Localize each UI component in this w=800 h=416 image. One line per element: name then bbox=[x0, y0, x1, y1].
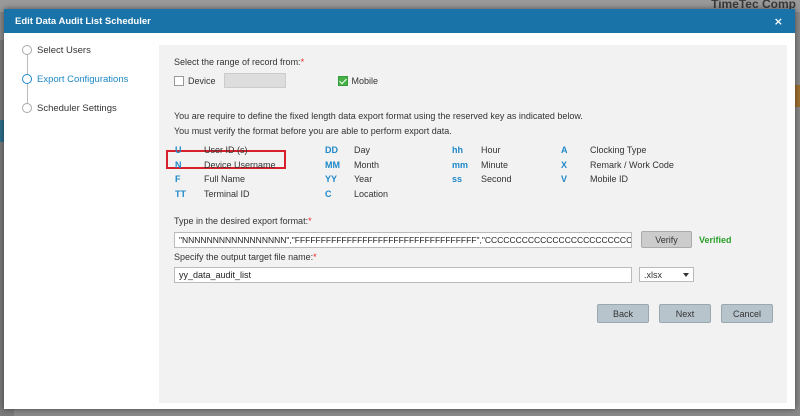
key-item: YY Year bbox=[325, 174, 452, 184]
device-checkbox[interactable] bbox=[174, 75, 184, 86]
reserved-keys-table: U User ID (s) DD Day hh Hour A Clocking Type… bbox=[175, 143, 775, 201]
device-label: Device bbox=[188, 75, 216, 86]
required-mark: * bbox=[313, 252, 317, 262]
format-label: Type in the desired export format:* bbox=[174, 216, 312, 226]
export-format-input[interactable]: "NNNNNNNNNNNNNNNNN","FFFFFFFFFFFFFFFFFFF… bbox=[174, 232, 632, 248]
key-meaning: Clocking Type bbox=[590, 145, 647, 156]
key-item: mm Minute bbox=[452, 160, 561, 170]
instruction-line-2: You must verify the format before you ar… bbox=[174, 126, 452, 136]
key-item: ss Second bbox=[452, 174, 561, 184]
extension-value: .xlsx bbox=[644, 269, 662, 280]
key-item: TT Terminal ID bbox=[175, 189, 325, 199]
edit-scheduler-modal: Edit Data Audit List Scheduler × Select … bbox=[4, 9, 795, 409]
step-label: Export Configurations bbox=[37, 73, 129, 85]
key-item: hh Hour bbox=[452, 145, 561, 155]
key-item: C Location bbox=[325, 189, 452, 199]
key-row: F Full Name YY Year ss Second V Mobile ID bbox=[175, 172, 775, 187]
range-options: Device Mobile bbox=[174, 73, 378, 88]
key-meaning: User ID (s) bbox=[204, 145, 248, 156]
key-code: MM bbox=[325, 159, 340, 170]
key-meaning: Device Username bbox=[204, 159, 276, 170]
key-code: C bbox=[325, 188, 332, 199]
modal-title: Edit Data Audit List Scheduler bbox=[15, 15, 151, 27]
required-mark: * bbox=[308, 216, 312, 226]
extension-select[interactable]: .xlsx bbox=[639, 267, 694, 282]
key-meaning: Remark / Work Code bbox=[590, 159, 674, 170]
key-item: U User ID (s) bbox=[175, 145, 325, 155]
key-meaning: Second bbox=[481, 174, 512, 185]
step-label: Select Users bbox=[37, 44, 91, 56]
key-code: U bbox=[175, 145, 182, 156]
step-dot-icon bbox=[22, 45, 32, 55]
key-code: V bbox=[561, 174, 568, 185]
key-meaning: Hour bbox=[481, 145, 501, 156]
key-meaning: Terminal ID bbox=[204, 188, 250, 199]
key-item: MM Month bbox=[325, 160, 452, 170]
step-select-users[interactable]: Select Users bbox=[22, 44, 142, 56]
key-meaning: Full Name bbox=[204, 174, 246, 185]
key-meaning: Year bbox=[354, 174, 373, 185]
mobile-checkbox[interactable] bbox=[337, 75, 348, 86]
device-input[interactable] bbox=[223, 73, 286, 88]
key-code: DD bbox=[325, 145, 338, 156]
key-item: N Device Username bbox=[175, 160, 325, 170]
wizard-steps: Select Users Export Configurations Sched… bbox=[22, 45, 142, 132]
key-meaning: Minute bbox=[481, 159, 509, 170]
required-mark: * bbox=[300, 57, 305, 67]
modal-header: Edit Data Audit List Scheduler × bbox=[4, 9, 795, 33]
cancel-button[interactable]: Cancel bbox=[721, 304, 773, 323]
output-label: Specify the output target file name:* bbox=[174, 252, 317, 262]
key-item: V Mobile ID bbox=[561, 174, 628, 184]
output-label-text: Specify the output target file name: bbox=[174, 252, 314, 262]
verified-status: Verified bbox=[699, 235, 732, 245]
key-item: X Remark / Work Code bbox=[561, 160, 674, 170]
export-config-panel: Select the range of record from:* Device… bbox=[159, 45, 787, 403]
range-label: Select the range of record from:* bbox=[174, 57, 304, 67]
step-export-configurations[interactable]: Export Configurations bbox=[22, 73, 142, 85]
step-dot-icon bbox=[22, 103, 32, 113]
key-code: F bbox=[175, 174, 181, 185]
key-item: DD Day bbox=[325, 145, 452, 155]
key-code: A bbox=[561, 145, 568, 156]
verify-button[interactable]: Verify bbox=[641, 231, 692, 248]
key-meaning: Month bbox=[354, 159, 380, 170]
chevron-down-icon bbox=[683, 272, 689, 277]
key-item: F Full Name bbox=[175, 174, 325, 184]
key-code: N bbox=[175, 159, 182, 170]
key-meaning: Mobile ID bbox=[590, 174, 629, 185]
step-dot-icon bbox=[22, 74, 32, 84]
step-scheduler-settings[interactable]: Scheduler Settings bbox=[22, 102, 142, 114]
step-label: Scheduler Settings bbox=[37, 102, 117, 114]
key-code: YY bbox=[325, 174, 338, 185]
key-row: U User ID (s) DD Day hh Hour A Clocking Type bbox=[175, 143, 775, 158]
mobile-label: Mobile bbox=[351, 75, 379, 86]
close-icon[interactable]: × bbox=[774, 15, 783, 28]
key-code: X bbox=[561, 159, 568, 170]
next-button[interactable]: Next bbox=[659, 304, 711, 323]
back-button[interactable]: Back bbox=[597, 304, 649, 323]
key-code: hh bbox=[452, 145, 463, 156]
key-code: ss bbox=[452, 174, 463, 185]
key-item: A Clocking Type bbox=[561, 145, 646, 155]
key-row: N Device Username MM Month mm Minute X Remar… bbox=[175, 158, 775, 173]
format-label-text: Type in the desired export format: bbox=[174, 216, 309, 226]
key-code: TT bbox=[175, 188, 186, 199]
key-meaning: Day bbox=[354, 145, 371, 156]
instruction-line-1: You are require to define the fixed leng… bbox=[174, 111, 583, 121]
key-row: TT Terminal ID C Location bbox=[175, 187, 775, 202]
key-meaning: Location bbox=[354, 188, 389, 199]
output-filename-input[interactable]: yy_data_audit_list bbox=[174, 267, 632, 283]
range-label-text: Select the range of record from: bbox=[174, 57, 301, 67]
key-code: mm bbox=[452, 159, 469, 170]
